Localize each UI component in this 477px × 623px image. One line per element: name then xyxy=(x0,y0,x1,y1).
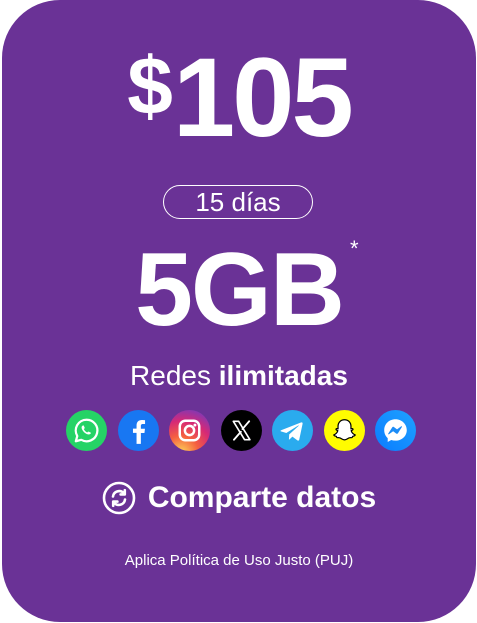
snapchat-icon xyxy=(323,410,365,451)
price-amount: 105 xyxy=(172,35,354,160)
facebook-icon xyxy=(117,410,159,451)
plan-card[interactable]: $105 15 días 5GB * Redes ilimitadas Comp… xyxy=(2,0,476,622)
data-allowance: 5GB * xyxy=(2,236,476,343)
messenger-icon xyxy=(375,410,416,451)
social-prefix: Redes xyxy=(130,360,211,391)
share-data-label: Comparte datos xyxy=(147,481,377,514)
plan-price: $105 xyxy=(2,42,476,154)
telegram-icon xyxy=(272,410,313,451)
duration-badge: 15 días xyxy=(163,185,313,219)
fair-use-policy-note: Aplica Política de Uso Justo (PUJ) xyxy=(124,552,354,569)
social-emphasis: ilimitadas xyxy=(218,360,348,391)
share-data-feature: Comparte datos xyxy=(2,481,476,515)
instagram-icon xyxy=(169,410,210,451)
share-data-icon xyxy=(102,481,136,515)
unlimited-social-label: Redes ilimitadas xyxy=(2,362,476,390)
currency-symbol: $ xyxy=(127,41,173,132)
social-icons-row xyxy=(66,410,416,451)
footnote-mark: * xyxy=(350,236,358,261)
x-icon xyxy=(220,410,262,451)
whatsapp-icon xyxy=(66,410,107,451)
data-amount: 5GB xyxy=(135,232,345,348)
